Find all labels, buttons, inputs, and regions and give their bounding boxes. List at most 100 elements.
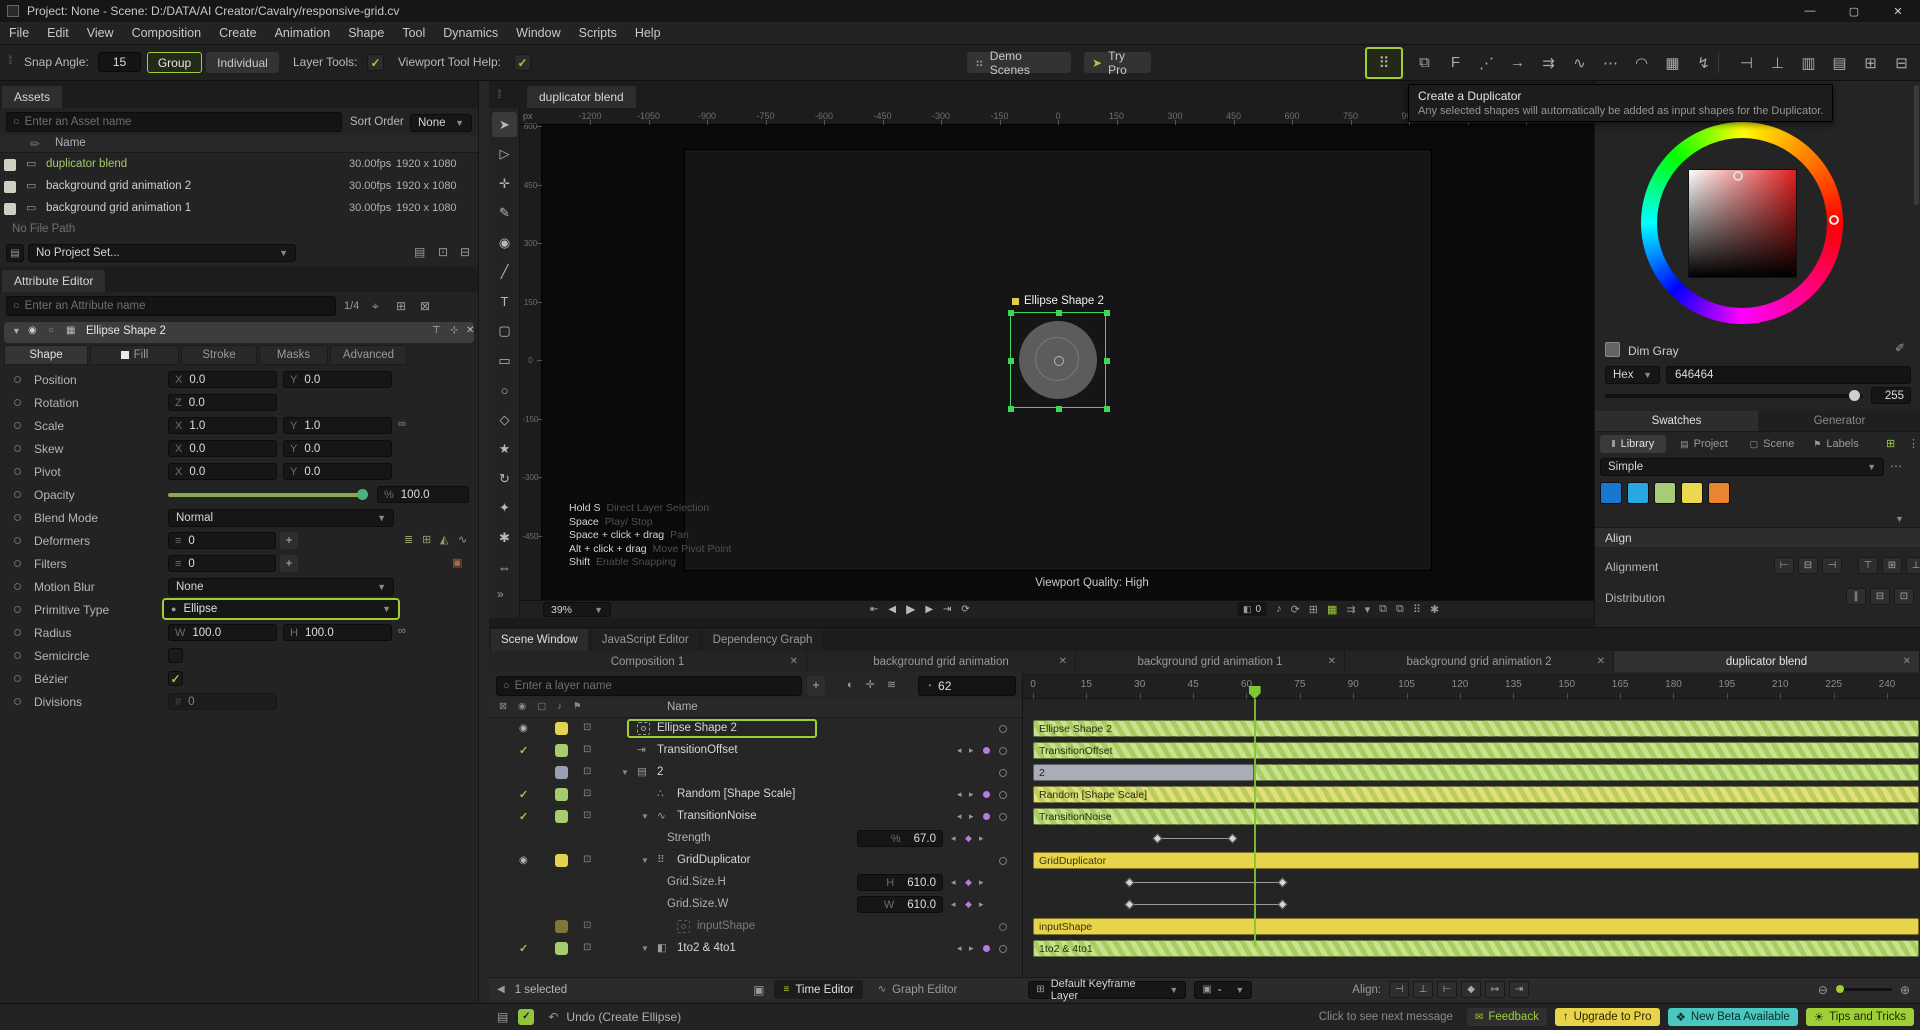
project-set-dropdown[interactable]: No Project Set... ▼ <box>28 244 296 262</box>
isolate-icon[interactable]: ✛ <box>866 678 875 691</box>
saturation-square[interactable] <box>1688 169 1797 278</box>
filters-count-field[interactable]: ≡ 0 <box>168 555 276 572</box>
attribute-value-field[interactable]: % 67.0 <box>857 830 943 847</box>
search-settings-icon[interactable]: ⊞ <box>396 299 406 313</box>
layer-row-inputshape[interactable]: ⊡ inputShape <box>489 916 1022 938</box>
color-mode-dropdown[interactable]: Hex ▼ <box>1605 366 1660 384</box>
expand-arrow-icon[interactable]: ▼ <box>641 944 649 953</box>
render-flag-icon[interactable]: ▢ <box>537 701 546 712</box>
render-visibility-icon[interactable]: ⊡ <box>583 744 591 755</box>
primitive-type-dropdown[interactable]: ● Ellipse ▼ <box>164 600 398 618</box>
layer-row-gridduplicator[interactable]: ◉ ⊡ ▼ ⠿ GridDuplicator <box>489 850 1022 872</box>
keyframe-icon[interactable] <box>1227 833 1238 844</box>
next-key-icon[interactable]: ▸ <box>969 811 974 822</box>
timeline-bar[interactable] <box>1253 764 1919 781</box>
value-field[interactable]: % 100.0 <box>377 486 469 503</box>
add-deformers-button[interactable]: + <box>280 532 298 549</box>
step-back-icon[interactable]: ◀ <box>888 604 896 615</box>
alpha-value-field[interactable]: 255 <box>1871 387 1911 404</box>
lib-tab-labels[interactable]: ⚑ Labels <box>1804 435 1868 453</box>
more-options-icon[interactable]: ⋯ <box>1890 459 1902 473</box>
render-visibility-icon[interactable]: ⊡ <box>583 810 591 821</box>
eyedropper-icon[interactable]: ✐ <box>1895 341 1905 355</box>
camera-tool-icon[interactable]: ◉ <box>492 230 517 255</box>
individual-toggle[interactable]: Individual <box>206 52 279 73</box>
render-visibility-icon[interactable]: ⊡ <box>583 766 591 777</box>
keyframe-icon[interactable]: ◆ <box>965 833 972 844</box>
deformer-wave-icon[interactable]: ∿ <box>458 533 467 546</box>
close-tab-icon[interactable]: ✕ <box>1903 656 1911 667</box>
jump-start-icon[interactable]: ⇤ <box>870 604 878 615</box>
collapse-panel-icon[interactable]: ◀ <box>497 984 505 995</box>
selection-handle[interactable] <box>1056 310 1062 316</box>
keyframe-dot-icon[interactable] <box>14 583 21 590</box>
layer-row-2[interactable]: ⊡ ▼ ▤ 2 <box>489 762 1022 784</box>
kf-align-start-icon[interactable]: ⊣ <box>1389 981 1410 998</box>
tab-advanced[interactable]: Advanced <box>330 345 407 365</box>
search-prev-icon[interactable]: ⌖ <box>372 299 379 314</box>
behavior-dot-icon[interactable] <box>983 791 990 798</box>
grid-view-icon[interactable]: ⊟ <box>460 245 470 259</box>
timeline-bar[interactable]: 1to2 & 4to1 <box>1033 940 1920 957</box>
panel-options-icon[interactable]: ▣ <box>753 983 764 997</box>
keyframe-dot-icon[interactable] <box>14 537 21 544</box>
tab-dependency-graph[interactable]: Dependency Graph <box>702 629 823 651</box>
deformer-list-icon[interactable]: ≣ <box>404 533 413 546</box>
layer-search[interactable]: ○ <box>496 676 802 696</box>
step-forward-icon[interactable]: ▶ <box>925 604 933 615</box>
enabled-checkbox[interactable]: ✓ <box>519 788 528 801</box>
tab-javascript-editor[interactable]: JavaScript Editor <box>591 629 699 651</box>
align-bottom-icon[interactable]: ⊥ <box>1764 49 1791 76</box>
connect-icon[interactable]: ∿ <box>1566 49 1593 76</box>
kf-shift-icon[interactable]: ↦ <box>1485 981 1506 998</box>
swatch-category-dropdown[interactable]: Simple ▼ <box>1600 458 1884 476</box>
more-icon[interactable]: ⋮ <box>1908 437 1919 450</box>
bezier-checkbox[interactable]: ✓ <box>168 671 183 686</box>
tips-button[interactable]: ☀ Tips and Tricks <box>1805 1008 1914 1026</box>
align-left-icon[interactable]: ⊢ <box>1774 557 1794 574</box>
flatten-icon[interactable]: ≋ <box>887 678 896 691</box>
sort-order-dropdown[interactable]: None ▼ <box>410 114 472 132</box>
render-visibility-icon[interactable]: ⊡ <box>583 942 591 953</box>
behavior-dot-icon[interactable] <box>983 747 990 754</box>
eye-icon[interactable]: ◉ <box>519 855 528 866</box>
deformer-falloff-icon[interactable]: ◭ <box>440 533 448 546</box>
align-left-icon[interactable]: ⊣ <box>1733 49 1760 76</box>
feedback-button[interactable]: ✉ Feedback <box>1466 1008 1547 1026</box>
prev-key-icon[interactable]: ◂ <box>951 877 956 888</box>
value-field[interactable]: Y 0.0 <box>283 371 392 388</box>
keyframe-icon[interactable] <box>1124 899 1134 910</box>
duplicate-view-icon[interactable]: ⧉ <box>1379 603 1387 616</box>
prev-key-icon[interactable]: ◂ <box>957 811 962 822</box>
link-icon[interactable]: ∞ <box>398 625 406 637</box>
keyframe-dot-icon[interactable] <box>14 560 21 567</box>
solo-dot-icon[interactable] <box>999 769 1007 777</box>
align-right-icon[interactable]: ⊣ <box>1822 557 1842 574</box>
timeline-bar[interactable]: Ellipse Shape 2 <box>1033 720 1920 737</box>
viewport[interactable]: ⁞⁞ duplicator blend ➤ ▷ ✛ ✎ ◉ ╱ T ▢ ▭ ○ ◇ ★ ↻ ✦ ✱ ⇔ » -… <box>489 81 1594 627</box>
rows-icon[interactable]: ▤ <box>1826 49 1853 76</box>
menu-composition[interactable]: Composition <box>123 26 210 40</box>
hue-selector-dot[interactable] <box>1829 215 1839 225</box>
viewport-tool-help-checkbox[interactable]: ✓ <box>514 54 531 71</box>
kf-extend-icon[interactable]: ⇥ <box>1509 981 1530 998</box>
pin-icon[interactable]: ⊤ <box>432 325 441 336</box>
keyframe-dot-icon[interactable] <box>14 652 21 659</box>
time-editor-button[interactable]: ≡ Time Editor <box>774 980 863 999</box>
line-tool-icon[interactable]: ╱ <box>492 260 517 285</box>
next-key-icon[interactable]: ▸ <box>969 943 974 954</box>
expand-arrow-icon[interactable]: ▼ <box>641 856 649 865</box>
solo-dot-icon[interactable] <box>999 747 1007 755</box>
add-filters-button[interactable]: + <box>280 555 298 572</box>
value-field[interactable]: X 0.0 <box>168 463 277 480</box>
more-tools-icon[interactable]: » <box>497 587 504 601</box>
menu-animation[interactable]: Animation <box>266 26 340 40</box>
forge-icon[interactable]: F <box>1442 49 1469 76</box>
menu-shape[interactable]: Shape <box>339 26 393 40</box>
assets-panel-tab[interactable]: Assets <box>2 86 63 108</box>
comp-tab-background-grid-animation-1[interactable]: background grid animation 1 ✕ <box>1076 651 1345 672</box>
next-key-icon[interactable]: ▸ <box>969 745 974 756</box>
alpha-slider[interactable] <box>1605 390 1863 401</box>
eye-icon[interactable]: ◉ <box>28 325 37 336</box>
graph-editor-button[interactable]: ∿ Graph Editor <box>869 980 967 999</box>
